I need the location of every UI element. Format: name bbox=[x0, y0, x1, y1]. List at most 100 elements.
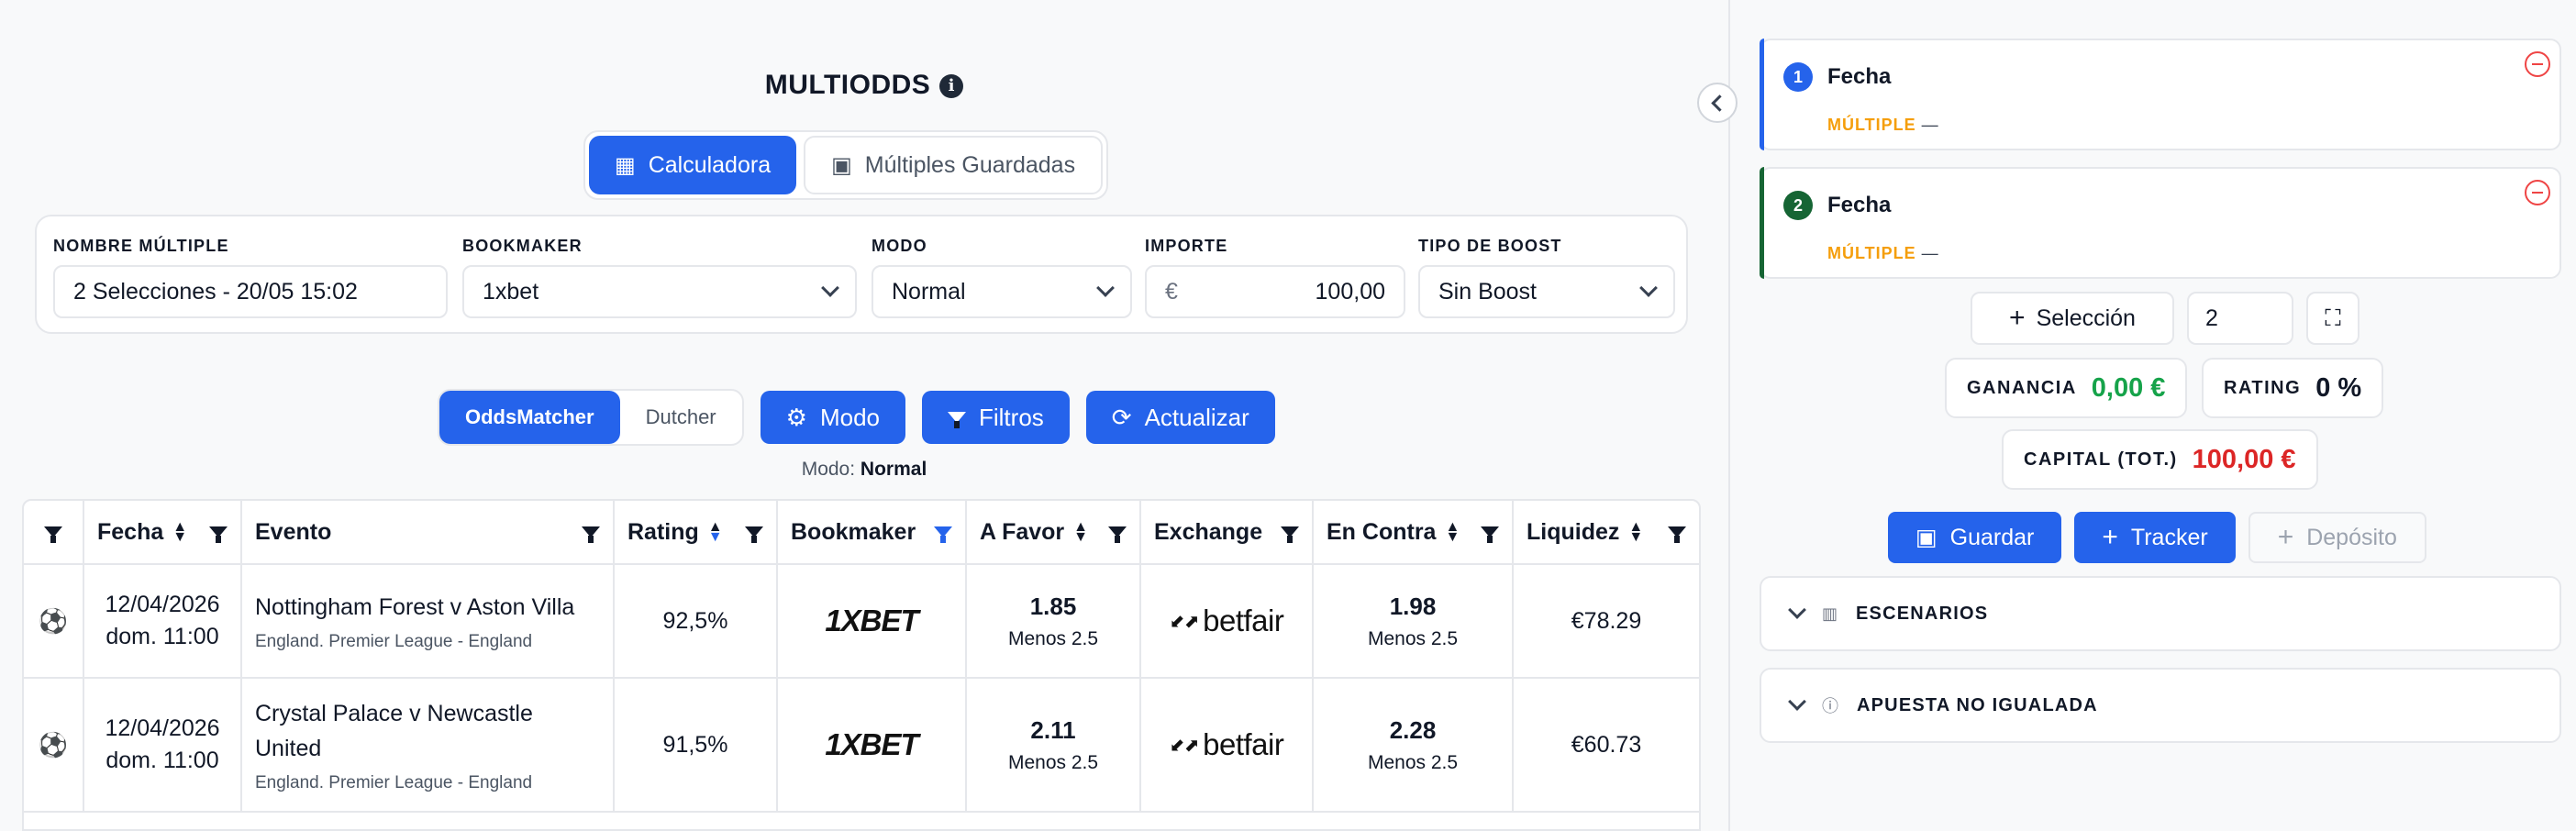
date-cell: 12/04/2026 dom. 11:00 bbox=[84, 565, 242, 677]
chevron-down-icon bbox=[821, 279, 839, 297]
filter-icon bbox=[948, 412, 966, 428]
selection-card-2[interactable]: 2 Fecha MÚLTIPLE — bbox=[1760, 167, 2561, 279]
actualizar-button[interactable]: ⟳ Actualizar bbox=[1085, 391, 1275, 444]
capital-pill: CAPITAL (TOT.) 100,00 € bbox=[2002, 429, 2318, 490]
selection-number: 1 bbox=[1783, 62, 1813, 92]
betfair-logo: ⬋⬈ betfair bbox=[1169, 727, 1284, 761]
table-row[interactable]: ⚽ 12/04/2026 dom. 11:00 Crystal Palace v … bbox=[24, 679, 1699, 813]
sort-icon[interactable]: ▲ ▼ bbox=[1628, 520, 1643, 545]
favor-cell[interactable]: 2.11 Menos 2.5 bbox=[967, 679, 1141, 811]
table-row[interactable]: ⚽ 12/04/2026 dom. 11:00 Nottingham Forest… bbox=[24, 565, 1699, 679]
guardar-button[interactable]: ▣ Guardar bbox=[1888, 512, 2062, 563]
rating-cell: 92,5% bbox=[615, 565, 778, 677]
selection-count-input[interactable]: 2 bbox=[2187, 292, 2293, 345]
col-exchange[interactable]: Exchange bbox=[1141, 501, 1314, 563]
boost-select[interactable]: Sin Boost bbox=[1418, 265, 1675, 318]
tracker-button[interactable]: + Tracker bbox=[2074, 512, 2236, 563]
filter-icon[interactable] bbox=[582, 526, 600, 543]
multiple-form: NOMBRE MÚLTIPLE 2 Selecciones - 20/05 15… bbox=[35, 215, 1688, 334]
filter-icon[interactable] bbox=[44, 526, 62, 543]
filter-icon[interactable] bbox=[1668, 526, 1686, 543]
filter-active-icon[interactable] bbox=[934, 526, 953, 543]
sport-cell: ⚽ bbox=[24, 565, 84, 677]
tab-calculadora[interactable]: ▦ Calculadora bbox=[589, 136, 797, 194]
chevron-down-icon bbox=[1788, 692, 1806, 711]
contra-cell[interactable]: 2.28 Menos 2.5 bbox=[1314, 679, 1514, 811]
col-rating[interactable]: Rating ▲ ▼ bbox=[615, 501, 778, 563]
col-en-contra[interactable]: En Contra ▲ ▼ bbox=[1314, 501, 1514, 563]
filter-icon[interactable] bbox=[1281, 526, 1300, 543]
save-icon: ▣ bbox=[1915, 525, 1938, 550]
exchange-cell: ⬋⬈ betfair bbox=[1141, 679, 1314, 811]
col-fecha[interactable]: Fecha ▲ ▼ bbox=[84, 501, 242, 563]
selection-type: MÚLTIPLE — bbox=[1827, 244, 1939, 262]
betfair-arrows-icon: ⬋⬈ bbox=[1169, 611, 1200, 632]
tool-segment: OddsMatcher Dutcher bbox=[438, 389, 744, 446]
chart-icon: ▥ bbox=[1822, 604, 1838, 623]
gear-icon: ⚙ bbox=[785, 403, 807, 431]
filter-icon[interactable] bbox=[1108, 526, 1127, 543]
filter-icon[interactable] bbox=[1481, 526, 1499, 543]
mode-indicator: Modo: Normal bbox=[801, 459, 927, 480]
action-buttons: ▣ Guardar + Tracker + Depósito bbox=[1888, 512, 2426, 563]
expand-icon[interactable]: ⛶ bbox=[2306, 292, 2359, 345]
rating-cell: 91,5% bbox=[615, 679, 778, 811]
info-circle-icon: ⓘ bbox=[1822, 697, 1838, 715]
page-title: MULTIODDS i bbox=[0, 70, 1728, 101]
tab-multiples-guardadas[interactable]: ▣ Múltiples Guardadas bbox=[804, 136, 1104, 194]
modo-button[interactable]: ⚙ Modo bbox=[760, 391, 905, 444]
escenarios-accordion[interactable]: ▥ ESCENARIOS bbox=[1760, 576, 2561, 651]
field-nombre: NOMBRE MÚLTIPLE 2 Selecciones - 20/05 15… bbox=[53, 237, 448, 318]
deposito-button[interactable]: + Depósito bbox=[2248, 512, 2426, 563]
betfair-logo: ⬋⬈ betfair bbox=[1169, 604, 1284, 637]
bet-slip-sidebar: 1 Fecha MÚLTIPLE — 2 Fecha MÚLTIPLE — + Sel… bbox=[1728, 0, 2576, 831]
1xbet-logo: 1XBET bbox=[825, 604, 918, 637]
nombre-multiple-input[interactable]: 2 Selecciones - 20/05 15:02 bbox=[53, 265, 448, 318]
selection-accent-bar bbox=[1760, 39, 1764, 150]
chevron-down-icon bbox=[1788, 601, 1806, 619]
col-liquidez[interactable]: Liquidez ▲ ▼ bbox=[1514, 501, 1699, 563]
sort-icon[interactable]: ▲ ▼ bbox=[1073, 520, 1088, 545]
calculator-icon: ▦ bbox=[615, 152, 636, 178]
chevron-down-icon bbox=[1639, 279, 1658, 297]
favor-cell[interactable]: 1.85 Menos 2.5 bbox=[967, 565, 1141, 677]
refresh-icon: ⟳ bbox=[1111, 403, 1132, 431]
soccer-ball-icon: ⚽ bbox=[38, 606, 69, 635]
field-modo: MODO Normal bbox=[872, 237, 1132, 318]
date-cell: 12/04/2026 dom. 11:00 bbox=[84, 679, 242, 811]
col-sport bbox=[24, 501, 84, 563]
modo-select[interactable]: Normal bbox=[872, 265, 1132, 318]
selection-controls: + Selección 2 ⛶ bbox=[1971, 292, 2359, 345]
col-a-favor[interactable]: A Favor ▲ ▼ bbox=[967, 501, 1141, 563]
col-evento[interactable]: Evento bbox=[242, 501, 615, 563]
remove-selection-icon[interactable] bbox=[2525, 180, 2550, 205]
filter-icon[interactable] bbox=[745, 526, 763, 543]
filtros-button[interactable]: Filtros bbox=[922, 391, 1070, 444]
liquidity-cell: €60.73 bbox=[1571, 731, 1642, 758]
1xbet-logo: 1XBET bbox=[825, 727, 918, 761]
sort-icon[interactable]: ▲ ▼ bbox=[172, 520, 187, 545]
ganancia-pill: GANANCIA 0,00 € bbox=[1945, 358, 2188, 418]
collapse-sidebar-button[interactable] bbox=[1697, 83, 1738, 123]
field-importe: IMPORTE €100,00 bbox=[1145, 237, 1405, 318]
info-icon[interactable]: i bbox=[939, 74, 964, 98]
segment-oddsmatcher[interactable]: OddsMatcher bbox=[439, 391, 620, 444]
col-bookmaker[interactable]: Bookmaker bbox=[778, 501, 967, 563]
remove-selection-icon[interactable] bbox=[2525, 51, 2550, 77]
exchange-cell: ⬋⬈ betfair bbox=[1141, 565, 1314, 677]
selection-name: Fecha bbox=[1827, 193, 1892, 217]
add-selection-button[interactable]: + Selección bbox=[1971, 292, 2174, 345]
apuesta-no-igualada-accordion[interactable]: ⓘ APUESTA NO IGUALADA bbox=[1760, 668, 2561, 743]
sort-icon[interactable]: ▲ ▼ bbox=[708, 520, 723, 545]
bookmaker-select[interactable]: 1xbet bbox=[462, 265, 857, 318]
segment-dutcher[interactable]: Dutcher bbox=[620, 391, 742, 444]
selection-card-1[interactable]: 1 Fecha MÚLTIPLE — bbox=[1760, 39, 2561, 150]
betfair-arrows-icon: ⬋⬈ bbox=[1169, 735, 1200, 756]
rating-pill: RATING 0 % bbox=[2202, 358, 2384, 418]
importe-input[interactable]: €100,00 bbox=[1145, 265, 1405, 318]
contra-cell[interactable]: 1.98 Menos 2.5 bbox=[1314, 565, 1514, 677]
sort-icon[interactable]: ▲ ▼ bbox=[1445, 520, 1460, 545]
table-header: Fecha ▲ ▼ Evento Rating ▲ ▼ Bookmaker A Favo… bbox=[24, 501, 1699, 565]
filter-icon[interactable] bbox=[209, 526, 228, 543]
plus-icon: + bbox=[2277, 522, 2294, 552]
